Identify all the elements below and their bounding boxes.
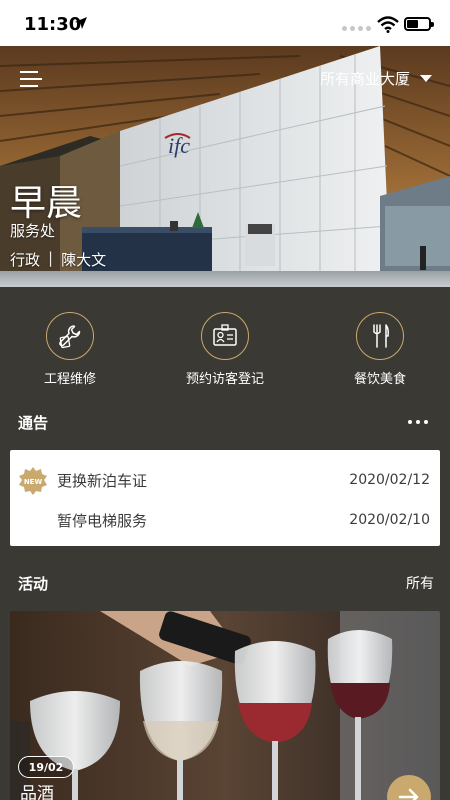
service-label: 预约访客登记 (185, 372, 264, 387)
status-bar: 11:30 (0, 0, 450, 46)
activity-date-badge: 19/02 (18, 756, 74, 778)
wrench-icon (59, 325, 81, 349)
service-dining[interactable]: 餐饮美食 (345, 312, 415, 387)
hero-banner: ifc 所有商业大厦 早晨 服务处 行政 | 陳大文 (0, 46, 450, 287)
user-info: 行政 | 陳大文 (10, 249, 106, 270)
battery-icon (404, 17, 434, 31)
notices-section-title: 通告 (18, 414, 49, 432)
activities-section-title: 活动 (18, 575, 49, 593)
svg-text:NEW: NEW (24, 478, 43, 486)
service-icon-circle (201, 312, 249, 360)
service-label: 餐饮美食 (353, 372, 406, 387)
caret-down-icon (420, 75, 432, 82)
view-all-activities-link[interactable]: 所有 (406, 573, 434, 593)
location-arrow-icon (75, 17, 87, 29)
department-text: 服务处 (10, 222, 56, 240)
menu-icon[interactable] (20, 71, 42, 87)
user-role: 行政 (10, 251, 41, 269)
services-row: 工程维修 预约访客登记 餐饮美食 (0, 312, 450, 392)
service-engineering-repair[interactable]: 工程维修 (35, 312, 105, 387)
wifi-icon (377, 16, 399, 33)
visitor-id-card-icon (213, 324, 237, 346)
user-info-divider: | (48, 249, 54, 267)
user-name: 陳大文 (61, 251, 107, 269)
notice-item[interactable]: 暂停电梯服务 2020/02/10 (10, 500, 440, 540)
building-selector[interactable]: 所有商业大厦 (320, 68, 432, 89)
notices-card: NEW 更换新泊车证 2020/02/12 暂停电梯服务 2020/02/10 (10, 450, 440, 546)
notice-item[interactable]: NEW 更换新泊车证 2020/02/12 (10, 460, 440, 500)
status-time: 11:30 (24, 14, 82, 35)
notice-title: 更换新泊车证 (57, 471, 148, 490)
activity-card[interactable]: 19/02 品酒 (10, 611, 440, 800)
service-visitor-registration[interactable]: 预约访客登记 (180, 312, 270, 387)
service-icon-circle (356, 312, 404, 360)
fork-knife-icon (373, 324, 389, 348)
more-options-icon[interactable] (408, 420, 428, 426)
notice-date: 2020/02/12 (349, 472, 430, 488)
signal-icon (342, 26, 371, 31)
building-selector-label: 所有商业大厦 (319, 70, 410, 88)
new-badge-icon: NEW (19, 467, 47, 495)
activity-title: 品酒 (20, 784, 54, 800)
service-label: 工程维修 (43, 372, 96, 387)
service-icon-circle (46, 312, 94, 360)
notice-date: 2020/02/10 (349, 512, 430, 528)
arrow-right-icon (398, 788, 419, 800)
greeting-text: 早晨 (10, 183, 83, 224)
wine-tasting-image (10, 611, 440, 800)
notice-title: 暂停电梯服务 (57, 511, 148, 530)
